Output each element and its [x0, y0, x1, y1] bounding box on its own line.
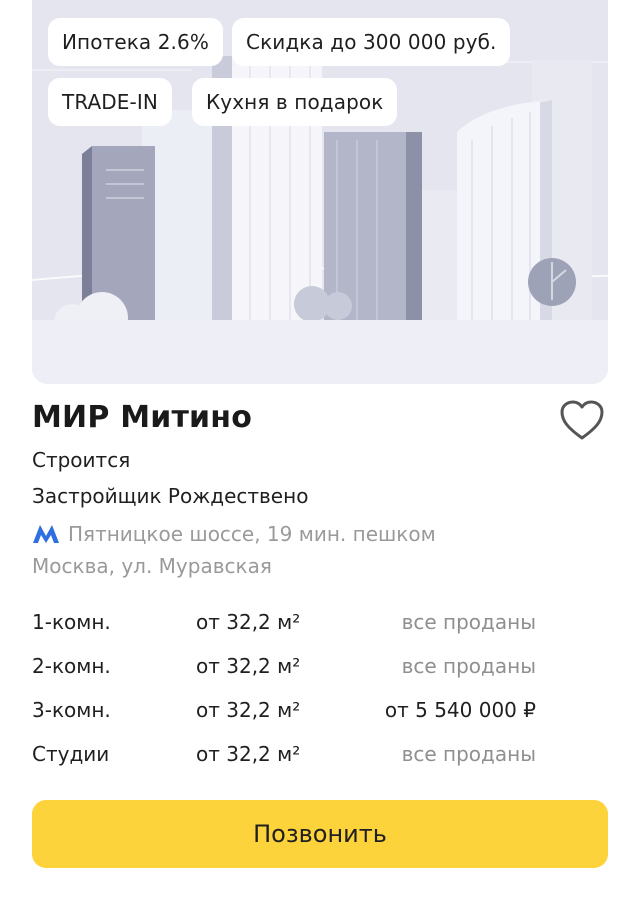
call-button[interactable]: Позвонить [32, 800, 608, 868]
heart-outline-icon [560, 400, 604, 440]
room-price: все проданы [401, 654, 536, 678]
room-type: Студии [32, 742, 110, 766]
room-price: от 5 540 000 ₽ [384, 698, 536, 722]
listing-title[interactable]: МИР Митино [32, 400, 252, 435]
metro-m-icon [33, 525, 59, 543]
construction-status: Строится [32, 448, 131, 472]
promo-tag-trade-in: TRADE-IN [48, 78, 172, 126]
metro-info: Пятницкое шоссе, 19 мин. пешком [32, 522, 436, 546]
table-row: 1-комн. от 32,2 м² все проданы [32, 610, 608, 640]
room-price: все проданы [401, 742, 536, 766]
table-row: 2-комн. от 32,2 м² все проданы [32, 654, 608, 684]
table-row: Студии от 32,2 м² все проданы [32, 742, 608, 772]
room-area: от 32,2 м² [196, 654, 301, 678]
room-price: все проданы [401, 610, 536, 634]
address: Москва, ул. Муравская [32, 554, 272, 578]
table-row: 3-комн. от 32,2 м² от 5 540 000 ₽ [32, 698, 608, 728]
metro-text: Пятницкое шоссе, 19 мин. пешком [68, 522, 436, 546]
promo-tag-discount: Скидка до 300 000 руб. [232, 18, 511, 66]
developer-name[interactable]: Застройщик Рождествено [32, 484, 308, 508]
room-area: от 32,2 м² [196, 698, 301, 722]
room-area: от 32,2 м² [196, 742, 301, 766]
promo-tag-kitchen: Кухня в подарок [192, 78, 398, 126]
promo-tag-mortgage: Ипотека 2.6% [48, 18, 223, 66]
building-illustration[interactable]: Ипотека 2.6% Скидка до 300 000 руб. TRAD… [32, 0, 608, 384]
room-type: 1-комн. [32, 610, 111, 634]
favorite-button[interactable] [558, 398, 606, 442]
room-area: от 32,2 м² [196, 610, 301, 634]
room-type: 3-комн. [32, 698, 111, 722]
room-type: 2-комн. [32, 654, 111, 678]
